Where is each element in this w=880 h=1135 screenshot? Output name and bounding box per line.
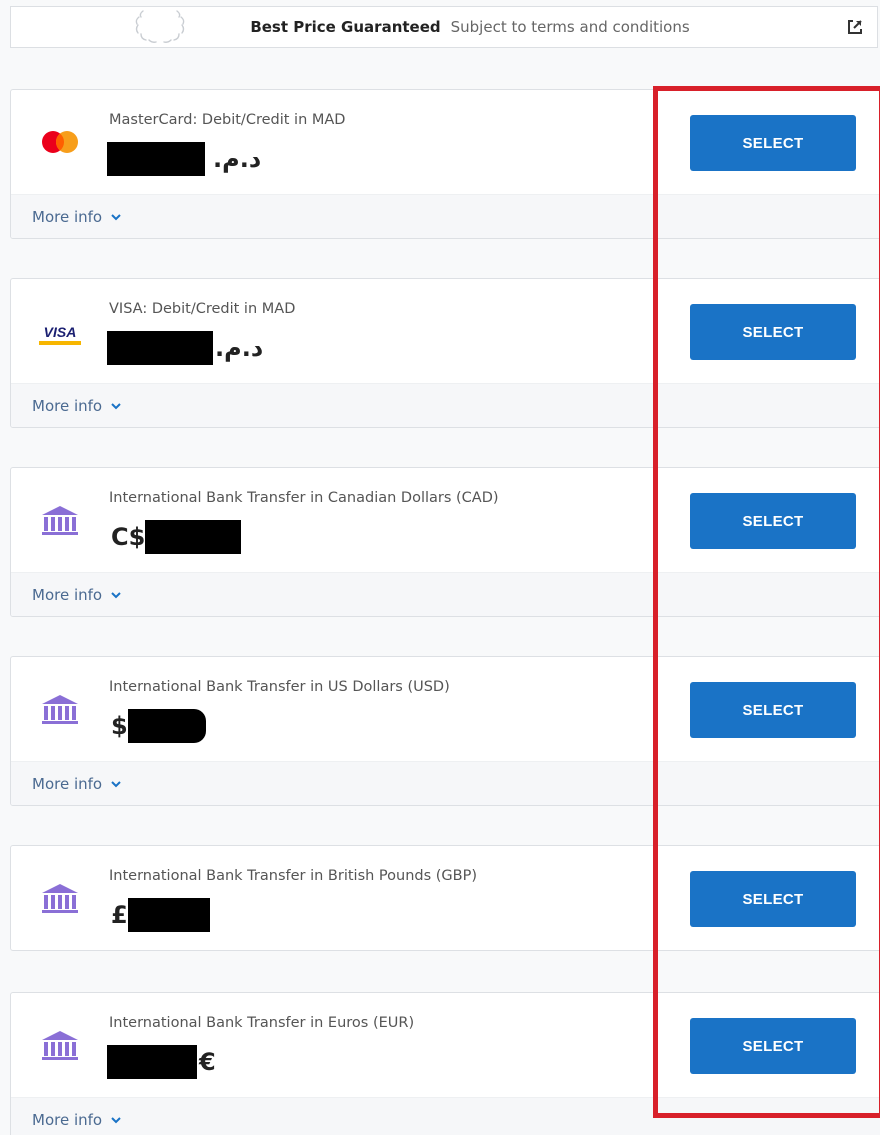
more-info-label: More info xyxy=(32,396,103,415)
more-info-label: More info xyxy=(32,207,103,226)
currency-symbol: د.م. xyxy=(213,145,262,173)
select-button[interactable]: SELECT xyxy=(690,871,856,927)
redacted-amount xyxy=(107,1045,197,1079)
currency-symbol: £ xyxy=(111,901,128,929)
chevron-down-icon xyxy=(111,591,121,598)
redacted-amount xyxy=(127,709,206,743)
redacted-amount xyxy=(107,331,213,365)
visa-icon: VISA xyxy=(39,324,81,345)
payment-method-label: MasterCard: Debit/Credit in MAD xyxy=(109,112,346,128)
more-info-label: More info xyxy=(32,1110,103,1129)
best-price-banner: Best Price Guaranteed Subject to terms a… xyxy=(10,6,878,48)
redacted-amount xyxy=(127,898,210,932)
currency-symbol: د.م. xyxy=(215,334,264,362)
chevron-down-icon xyxy=(111,1116,121,1123)
mastercard-icon xyxy=(42,131,78,153)
select-button[interactable]: SELECT xyxy=(690,682,856,738)
price: د.م. xyxy=(107,142,261,176)
select-button[interactable]: SELECT xyxy=(690,493,856,549)
redacted-amount xyxy=(145,520,242,554)
price: € xyxy=(107,1045,216,1079)
banner-title: Best Price Guaranteed xyxy=(250,18,441,36)
payment-method-card: International Bank Transfer in British P… xyxy=(10,845,880,951)
chevron-down-icon xyxy=(111,213,121,220)
price: $ xyxy=(107,709,206,743)
payment-method-label: International Bank Transfer in Euros (EU… xyxy=(109,1015,415,1031)
svg-text:VISA: VISA xyxy=(44,324,77,340)
currency-symbol: € xyxy=(199,1048,216,1076)
payment-method-card: VISA VISA: Debit/Credit in MAD د.م. SELE… xyxy=(10,278,880,428)
bank-icon xyxy=(42,1031,78,1060)
currency-symbol: C$ xyxy=(111,523,146,551)
select-button[interactable]: SELECT xyxy=(690,1018,856,1074)
more-info-toggle[interactable]: More info xyxy=(32,586,123,604)
bank-icon xyxy=(42,695,78,724)
external-link-icon[interactable] xyxy=(847,19,863,35)
more-info-label: More info xyxy=(32,774,103,793)
price: C$ xyxy=(107,520,242,554)
bank-icon xyxy=(42,884,78,913)
more-info-toggle[interactable]: More info xyxy=(32,397,123,415)
payment-method-label: VISA: Debit/Credit in MAD xyxy=(109,301,296,317)
chevron-down-icon xyxy=(111,402,121,409)
payment-method-label: International Bank Transfer in US Dollar… xyxy=(109,679,450,695)
more-info-toggle[interactable]: More info xyxy=(32,1111,123,1129)
price: د.م. xyxy=(107,331,263,365)
laurel-wreath-icon xyxy=(135,10,185,43)
payment-method-card: MasterCard: Debit/Credit in MAD د.م. SEL… xyxy=(10,89,880,239)
price: £ xyxy=(107,898,210,932)
more-info-toggle[interactable]: More info xyxy=(32,775,123,793)
more-info-toggle[interactable]: More info xyxy=(32,208,123,226)
redacted-amount xyxy=(107,142,205,176)
select-button[interactable]: SELECT xyxy=(690,115,856,171)
payment-method-label: International Bank Transfer in British P… xyxy=(109,868,478,884)
more-info-label: More info xyxy=(32,585,103,604)
payment-method-card: International Bank Transfer in Euros (EU… xyxy=(10,992,880,1135)
select-button[interactable]: SELECT xyxy=(690,304,856,360)
payment-method-card: International Bank Transfer in US Dollar… xyxy=(10,656,880,806)
payment-method-card: International Bank Transfer in Canadian … xyxy=(10,467,880,617)
bank-icon xyxy=(42,506,78,535)
chevron-down-icon xyxy=(111,780,121,787)
currency-symbol: $ xyxy=(111,712,128,740)
banner-subtitle: Subject to terms and conditions xyxy=(450,18,690,36)
payment-method-label: International Bank Transfer in Canadian … xyxy=(109,490,499,506)
